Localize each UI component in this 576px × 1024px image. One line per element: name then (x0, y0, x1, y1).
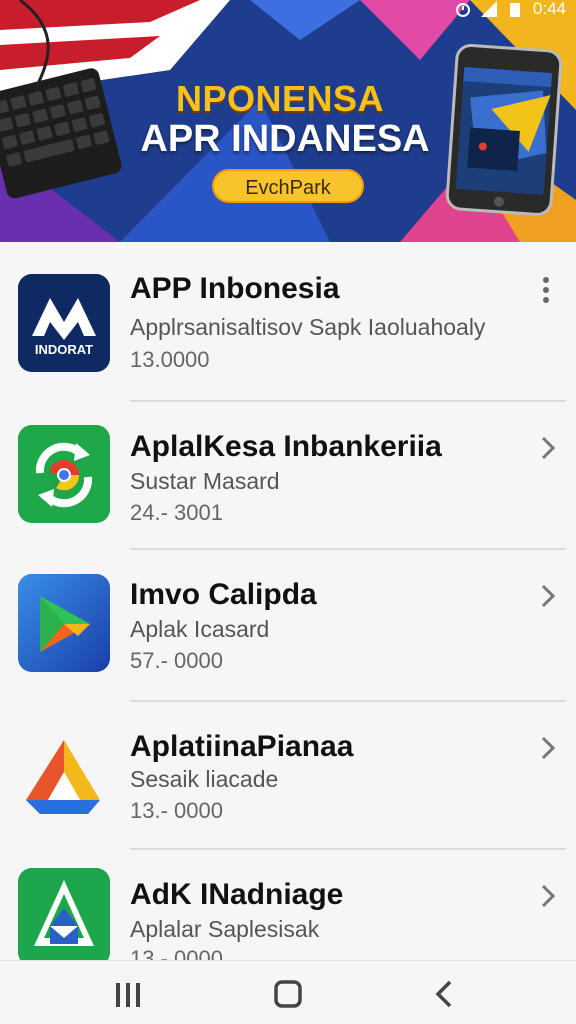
app-number: 13.- 0000 (130, 946, 223, 960)
app-list: INDORAT APP Inbonesia Applrsanisaltisov … (0, 242, 576, 960)
play-triangle-icon (18, 574, 110, 672)
app-title: APP Inbonesia (130, 272, 340, 305)
list-item[interactable]: AdK INadniage Aplalar Saplesisak 13.- 00… (0, 850, 576, 960)
list-item[interactable]: INDORAT APP Inbonesia Applrsanisaltisov … (0, 242, 576, 402)
home-icon[interactable] (268, 977, 308, 1011)
chevron-right-icon[interactable] (538, 734, 558, 762)
svg-text:INDORAT: INDORAT (35, 342, 93, 357)
chevron-right-icon[interactable] (538, 582, 558, 610)
list-item[interactable]: AplalKesa Inbankeriia Sustar Masard 24.-… (0, 402, 576, 552)
drive-triangle-icon (18, 726, 110, 824)
app-title: Imvo Calipda (130, 578, 317, 611)
banner-button[interactable]: EvchPark (212, 169, 364, 203)
list-item[interactable]: Imvo Calipda Aplak Icasard 57.- 0000 (0, 550, 576, 702)
indorat-logo-icon: INDORAT (18, 274, 110, 372)
phone-graphic (445, 43, 563, 216)
app-title: AdK INadniage (130, 878, 344, 911)
list-item[interactable]: AplatiinaРianaa Sesaik liacade 13.- 0000 (0, 702, 576, 852)
signal-icon (480, 1, 497, 17)
promo-banner[interactable]: 0:44 NPONENSA APR INDANESA EvchPark (0, 0, 576, 242)
app-title: AplalKesa Inbankeriia (130, 430, 442, 463)
status-time: 0:44 (532, 0, 566, 18)
green-arrow-icon (18, 868, 110, 960)
alarm-icon (455, 3, 470, 17)
app-subtitle: Sustar Masard (130, 468, 280, 494)
app-number: 13.0000 (130, 347, 210, 372)
app-number: 24.- 3001 (130, 500, 223, 525)
app-number: 13.- 0000 (130, 798, 223, 823)
app-number: 57.- 0000 (130, 648, 223, 673)
app-title: AplatiinaРianaa (130, 730, 354, 763)
battery-icon (509, 3, 520, 17)
green-sync-chrome-icon (18, 425, 110, 523)
back-icon[interactable] (424, 977, 464, 1011)
app-subtitle: Sesaik liacade (130, 766, 279, 792)
app-subtitle: Applrsanisaltisov Sapk Iaoluahoaly (130, 314, 486, 340)
app-subtitle: Aplak Icasard (130, 616, 270, 642)
recent-apps-icon[interactable] (108, 977, 148, 1011)
banner-title-line2: APR INDANESA (140, 118, 430, 160)
chevron-right-icon[interactable] (538, 882, 558, 910)
banner-title-line1: NPONENSA (175, 78, 385, 119)
chevron-right-icon[interactable] (538, 434, 558, 462)
app-subtitle: Aplalar Saplesisak (130, 916, 320, 942)
status-bar: 0:44 (455, 0, 566, 18)
system-nav-bar (0, 960, 576, 1024)
more-options-icon[interactable] (542, 276, 550, 304)
